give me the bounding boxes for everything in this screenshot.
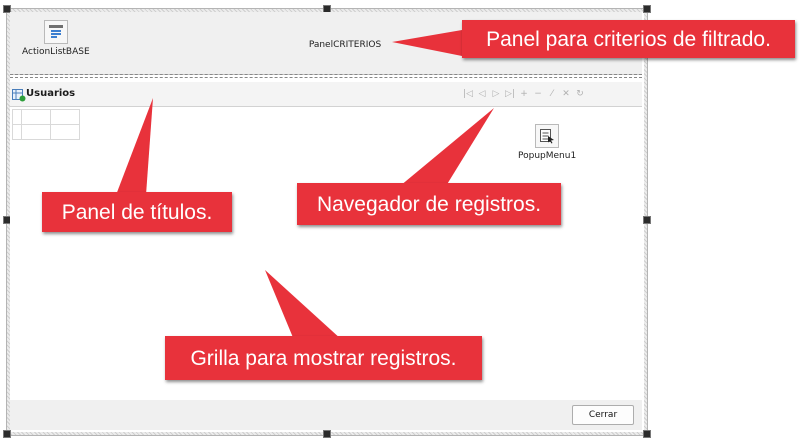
callout-titles: Panel de títulos. [42,192,232,232]
callout-navigator: Navegador de registros. [297,183,561,225]
criteria-callout-pointer [392,30,462,56]
callout-criteria: Panel para criterios de filtrado. [462,20,795,58]
grid-callout-pointer [265,270,342,340]
navigator-callout-pointer [400,108,494,186]
callout-grid: Grilla para mostrar registros. [165,336,482,380]
titles-callout-pointer [116,98,153,195]
